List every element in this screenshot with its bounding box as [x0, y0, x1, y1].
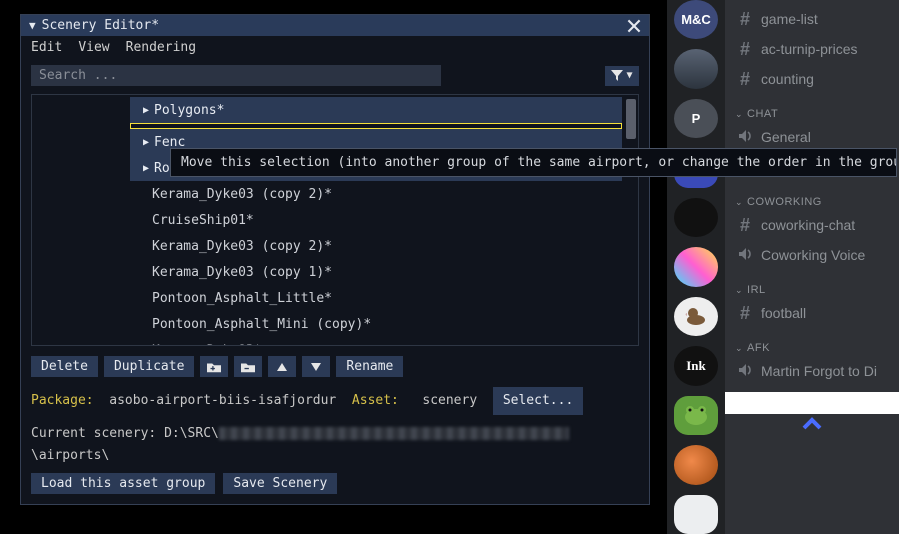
channel-list: # game-list # ac-turnip-prices # countin…: [725, 0, 899, 534]
list-item[interactable]: Pontoon_Asphalt_Little*: [130, 285, 624, 311]
package-info: Package: asobo-airport-biis-isafjordur A…: [21, 381, 649, 417]
scenery-editor-window: ▼ Scenery Editor* Edit View Rendering ▼ …: [20, 14, 650, 505]
remove-from-folder-button[interactable]: [234, 356, 262, 377]
triangle-down-icon: [309, 361, 323, 373]
server-avatar[interactable]: [674, 396, 718, 435]
category-chat[interactable]: ⌄ CHAT: [729, 94, 895, 122]
channel-football[interactable]: # football: [729, 298, 895, 328]
path-suffix: \airports\: [31, 448, 109, 463]
duplicate-button[interactable]: Duplicate: [104, 356, 194, 377]
frog-icon: [682, 404, 710, 426]
server-avatar[interactable]: Ink: [674, 346, 718, 385]
channel-game-list[interactable]: # game-list: [729, 4, 895, 34]
hash-icon: #: [737, 69, 753, 90]
category-coworking[interactable]: ⌄ COWORKING: [729, 182, 895, 210]
triangle-up-icon: [275, 361, 289, 373]
chevron-down-icon: ⌄: [735, 109, 743, 120]
channel-coworking-chat[interactable]: # coworking-chat: [729, 210, 895, 240]
server-avatar[interactable]: M&C: [674, 0, 718, 39]
close-icon[interactable]: [627, 19, 641, 33]
category-afk[interactable]: ⌄ AFK: [729, 328, 895, 356]
server-avatar[interactable]: [674, 198, 718, 237]
group-polygons[interactable]: ▶ Polygons*: [130, 97, 622, 123]
list-item[interactable]: CruiseShip01*: [130, 207, 624, 233]
hash-icon: #: [737, 9, 753, 30]
search-row: ▼: [21, 59, 649, 90]
search-input[interactable]: [31, 65, 441, 86]
folder-plus-icon: [207, 361, 221, 373]
folder-minus-icon: [241, 361, 255, 373]
edit-button-row: Delete Duplicate Rename: [21, 352, 649, 381]
server-list: M&C P Ink: [667, 0, 725, 534]
server-avatar[interactable]: [674, 247, 718, 286]
redacted-path: [219, 427, 569, 440]
speaker-icon: [737, 128, 753, 147]
move-down-button[interactable]: [302, 356, 330, 377]
menu-edit[interactable]: Edit: [31, 40, 62, 55]
current-scenery-label: Current scenery:: [31, 426, 156, 441]
channel-coworking-voice[interactable]: Coworking Voice: [729, 240, 895, 270]
collapse-icon[interactable]: ▼: [29, 19, 36, 32]
current-scenery-info: Current scenery: D:\SRC\ \airports\: [21, 417, 649, 469]
list-item[interactable]: Kerama_Dyke03*: [130, 337, 624, 346]
menu-rendering[interactable]: Rendering: [126, 40, 196, 55]
funnel-icon: [611, 70, 623, 82]
channel-counting[interactable]: # counting: [729, 64, 895, 94]
window-title: Scenery Editor*: [42, 18, 621, 33]
drag-tooltip: Move this selection (into another group …: [170, 148, 897, 177]
expand-icon[interactable]: ▶: [138, 137, 154, 148]
server-avatar[interactable]: [674, 49, 718, 88]
rename-button[interactable]: Rename: [336, 356, 403, 377]
server-avatar[interactable]: P: [674, 99, 718, 138]
package-label: Package:: [31, 393, 94, 408]
chevron-down-icon: ⌄: [735, 343, 743, 354]
list-item[interactable]: Kerama_Dyke03 (copy 2)*: [130, 181, 624, 207]
delete-button[interactable]: Delete: [31, 356, 98, 377]
chevron-down-icon: ⌄: [735, 285, 743, 296]
server-avatar[interactable]: [674, 445, 718, 484]
move-up-button[interactable]: [268, 356, 296, 377]
channel-ac-turnip[interactable]: # ac-turnip-prices: [729, 34, 895, 64]
menu-view[interactable]: View: [78, 40, 109, 55]
titlebar[interactable]: ▼ Scenery Editor*: [21, 15, 649, 36]
list-item[interactable]: Kerama_Dyke03 (copy 2)*: [130, 233, 624, 259]
chevron-down-icon: ⌄: [735, 197, 743, 208]
add-to-folder-button[interactable]: [200, 356, 228, 377]
category-irl[interactable]: ⌄ IRL: [729, 270, 895, 298]
expand-icon[interactable]: ▶: [138, 105, 154, 116]
expand-icon[interactable]: ▶: [138, 163, 154, 174]
asset-name: scenery: [422, 393, 477, 408]
menu-bar: Edit View Rendering: [21, 36, 649, 59]
channel-martin-afk[interactable]: Martin Forgot to Di: [729, 356, 895, 386]
save-scenery-button[interactable]: Save Scenery: [223, 473, 337, 494]
group-label: Polygons*: [154, 103, 224, 118]
path-prefix: D:\SRC\: [164, 426, 219, 441]
server-avatar[interactable]: [674, 297, 718, 336]
scenery-tree: ▶ Polygons* ▶ Fenc ▶ Rocks* Kerama_Dyke0…: [31, 94, 639, 346]
package-name: asobo-airport-biis-isafjordur: [109, 393, 336, 408]
list-item[interactable]: Pontoon_Asphalt_Mini (copy)*: [130, 311, 624, 337]
filter-button[interactable]: ▼: [605, 66, 639, 86]
hash-icon: #: [737, 215, 753, 236]
chevron-down-icon: ▼: [626, 70, 632, 81]
duck-icon: [683, 306, 709, 326]
hash-icon: #: [737, 303, 753, 324]
server-avatar[interactable]: [674, 495, 718, 534]
scrollbar[interactable]: [626, 99, 636, 139]
select-asset-button[interactable]: Select...: [493, 387, 583, 415]
speaker-icon: [737, 362, 753, 381]
list-item[interactable]: Kerama_Dyke03 (copy 1)*: [130, 259, 624, 285]
discord-sidebar: M&C P Ink # game-list # ac-turnip-prices…: [667, 0, 899, 534]
speaker-icon: [737, 246, 753, 265]
bottom-actions: Load this asset group Save Scenery: [21, 469, 649, 504]
bottom-light-strip: [725, 392, 899, 414]
bottom-arrow[interactable]: [729, 414, 895, 430]
hash-icon: #: [737, 39, 753, 60]
chevron-up-icon: [802, 416, 822, 430]
load-asset-group-button[interactable]: Load this asset group: [31, 473, 215, 494]
asset-label: Asset:: [352, 393, 399, 408]
